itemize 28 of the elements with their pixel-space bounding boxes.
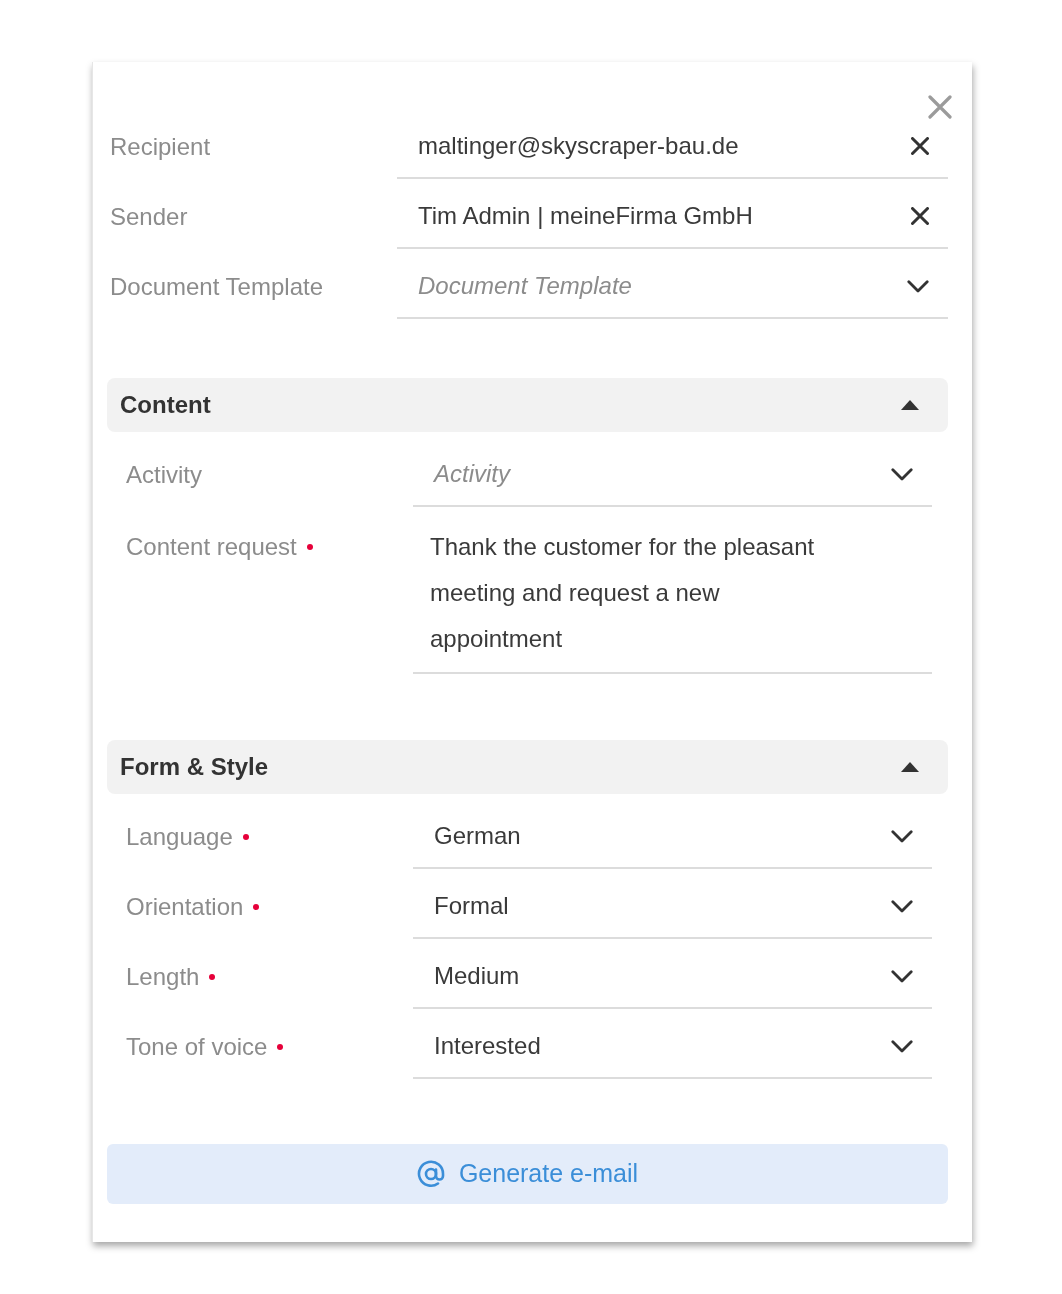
dropdown[interactable]: Interested (413, 1021, 932, 1079)
text-field[interactable]: maltinger@skyscraper-bau.de (397, 121, 948, 179)
field-label: Orientation (126, 892, 244, 922)
field-label: Activity (126, 460, 202, 490)
chevron-down-icon[interactable] (891, 467, 913, 481)
text-field[interactable]: Tim Admin | meineFirma GmbH (397, 191, 948, 249)
text-area[interactable]: Thank the customer for the pleasant meeting and request a new appointment (413, 507, 932, 674)
section-header[interactable]: Content (107, 378, 948, 432)
chevron-down-icon[interactable] (891, 969, 913, 983)
field-label: Language (126, 822, 233, 852)
chevron-down-icon[interactable] (891, 829, 913, 843)
dropdown[interactable]: German (413, 811, 932, 869)
field-label: Document Template (110, 272, 323, 302)
chevron-down-icon[interactable] (907, 279, 929, 293)
clear-icon[interactable] (911, 137, 929, 155)
chevron-down-icon[interactable] (891, 899, 913, 913)
close-icon[interactable] (928, 95, 952, 119)
clear-icon[interactable] (911, 207, 929, 225)
dropdown[interactable]: Medium (413, 951, 932, 1009)
chevron-down-icon[interactable] (891, 1039, 913, 1053)
field-label: Length (126, 962, 200, 992)
field-label: Sender (110, 202, 188, 232)
field-label: Tone of voice (126, 1032, 268, 1062)
dropdown[interactable]: Formal (413, 881, 932, 939)
field-label: Recipient (110, 132, 211, 162)
at-sign-icon (416, 1160, 445, 1188)
section-header[interactable]: Form & Style (107, 740, 948, 794)
field-label: Content request (126, 532, 297, 562)
